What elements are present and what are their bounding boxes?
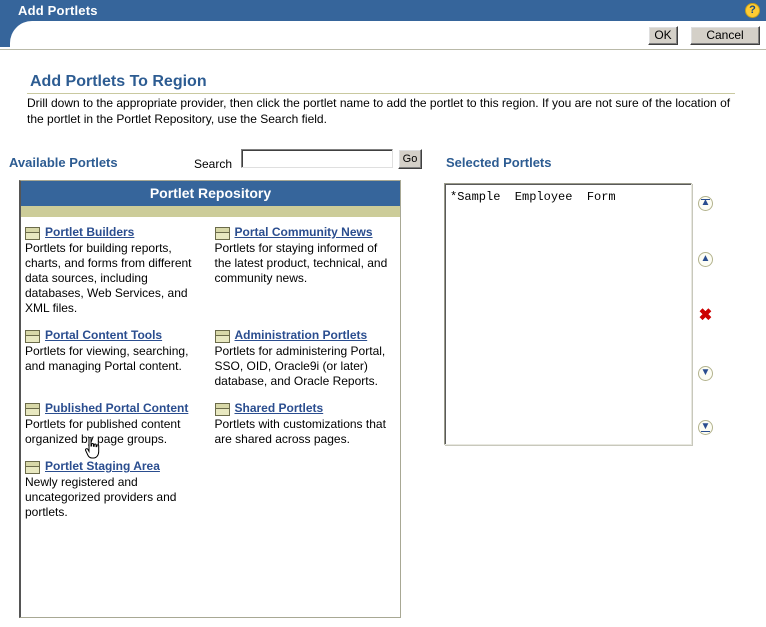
search-input[interactable]	[241, 149, 393, 168]
portlet-category-spacer	[211, 459, 401, 532]
portlet-category-item: Portal Content Tools Portlets for viewin…	[21, 328, 211, 401]
portlet-category-grid: Portlet Builders Portlets for building r…	[21, 225, 400, 532]
portlet-category-link[interactable]: Administration Portlets	[235, 328, 368, 343]
move-down-icon[interactable]: ▼	[698, 366, 713, 381]
folder-icon	[214, 227, 230, 240]
move-to-top-icon[interactable]: ▲	[698, 196, 713, 211]
folder-icon	[25, 330, 40, 343]
portlet-category-description: Portlets for administering Portal, SSO, …	[214, 344, 386, 388]
folder-icon	[214, 403, 230, 416]
portlet-category-item: Portal Community News Portlets for stayi…	[211, 225, 401, 328]
portlet-category-link[interactable]: Portal Community News	[235, 225, 373, 240]
dialog-button-bar: OK Cancel	[0, 21, 766, 50]
list-reorder-actions: ▲ ▲ ✖ ▼ ▼	[698, 183, 720, 445]
move-up-glyph: ▲	[700, 253, 711, 264]
title-rule	[27, 93, 735, 94]
search-label: Search	[194, 157, 233, 171]
header-divider	[0, 49, 766, 50]
portlet-category-item: Published Portal Content Portlets for pu…	[21, 401, 211, 459]
selected-portlets-label: Selected Portlets	[446, 155, 552, 170]
page-description: Drill down to the appropriate provider, …	[27, 96, 731, 126]
selected-portlet-item[interactable]: *Sample Employee Form	[450, 190, 686, 205]
portlet-category-description: Portlets for staying informed of the lat…	[214, 241, 388, 285]
portlet-category-item: Portlet Builders Portlets for building r…	[21, 225, 211, 328]
portlet-category-item: Portlet Staging Area Newly registered an…	[21, 459, 211, 532]
page-title: Add Portlets To Region	[30, 73, 207, 90]
delete-icon[interactable]: ✖	[698, 307, 713, 324]
portlet-category-description: Portlets for viewing, searching, and man…	[25, 344, 189, 373]
move-to-bottom-icon[interactable]: ▼	[698, 420, 713, 435]
window-title: Add Portlets	[18, 3, 98, 18]
move-down-glyph: ▼	[700, 367, 711, 378]
portlet-category-description: Portlets for building reports, charts, a…	[25, 241, 192, 315]
move-up-icon[interactable]: ▲	[698, 252, 713, 267]
folder-icon	[25, 461, 40, 474]
portlet-category-link[interactable]: Shared Portlets	[235, 401, 324, 416]
window-titlebar: Add Portlets ?	[0, 0, 766, 21]
cancel-button[interactable]: Cancel	[690, 26, 760, 45]
folder-icon	[25, 403, 40, 416]
search-go-button[interactable]: Go	[398, 149, 422, 169]
available-portlets-label: Available Portlets	[9, 155, 118, 170]
portlet-repository-accent-strip	[21, 206, 400, 217]
help-icon[interactable]: ?	[745, 3, 760, 18]
portlet-category-link[interactable]: Published Portal Content	[45, 401, 188, 416]
folder-icon	[214, 330, 230, 343]
portlet-repository-body: Portlet Builders Portlets for building r…	[21, 217, 400, 532]
portlet-category-link[interactable]: Portlet Builders	[45, 225, 134, 240]
ok-button[interactable]: OK	[648, 26, 678, 45]
portlet-category-item: Shared Portlets Portlets with customizat…	[211, 401, 401, 459]
selected-portlets-listbox[interactable]: *Sample Employee Form	[444, 183, 692, 445]
portlet-category-description: Newly registered and uncategorized provi…	[25, 475, 177, 519]
portlet-category-description: Portlets with customizations that are sh…	[214, 417, 386, 446]
portlet-repository-header: Portlet Repository	[21, 181, 400, 206]
folder-icon	[25, 227, 40, 240]
portlet-category-item: Administration Portlets Portlets for adm…	[211, 328, 401, 401]
portlet-category-link[interactable]: Portlet Staging Area	[45, 459, 160, 474]
portlet-repository-panel: Portlet Repository Portlet Builders Port…	[19, 180, 401, 618]
portlet-category-description: Portlets for published content organized…	[25, 417, 181, 446]
portlet-category-link[interactable]: Portal Content Tools	[45, 328, 162, 343]
delete-glyph: ✖	[698, 307, 713, 324]
